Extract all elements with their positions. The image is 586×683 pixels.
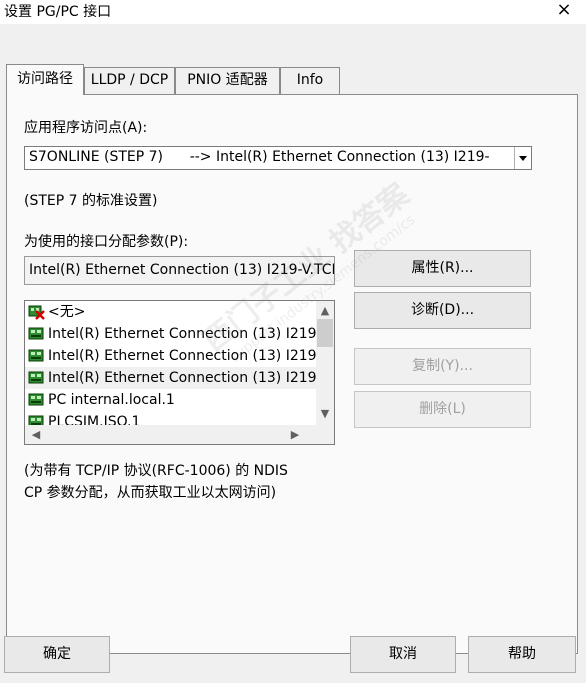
list-item[interactable]: PLCSIM.ISO.1 — [28, 411, 140, 425]
diagnostics-button[interactable]: 诊断(D)... — [354, 292, 531, 329]
list-item[interactable]: Intel(R) Ethernet Connection (13) I219 — [28, 323, 317, 345]
tab-panel-access-path: 应用程序访问点(A): S7ONLINE (STEP 7) --> Intel(… — [6, 94, 578, 654]
list-item[interactable]: Intel(R) Ethernet Connection (13) I219 — [28, 345, 317, 367]
copy-button[interactable]: 复制(Y)... — [354, 348, 531, 385]
list-item-label: Intel(R) Ethernet Connection (13) I219 — [48, 326, 317, 342]
selected-interface-field[interactable]: Intel(R) Ethernet Connection (13) I219-V… — [24, 256, 335, 285]
list-item[interactable]: PC internal.local.1 — [28, 389, 175, 411]
chevron-down-icon — [519, 155, 527, 161]
access-point-dropdown[interactable]: S7ONLINE (STEP 7) --> Intel(R) Ethernet … — [24, 146, 532, 170]
help-button[interactable]: 帮助 — [468, 636, 576, 673]
list-item-label: PC internal.local.1 — [48, 392, 175, 408]
list-item-label: Intel(R) Ethernet Connection (13) I219 — [48, 348, 317, 364]
access-point-value: S7ONLINE (STEP 7) --> Intel(R) Ethernet … — [29, 149, 490, 165]
scroll-right-arrow-icon[interactable]: ▶ — [287, 428, 303, 441]
scroll-down-arrow-icon[interactable]: ▼ — [317, 407, 333, 420]
list-item[interactable]: <无> — [28, 301, 85, 323]
properties-button[interactable]: 属性(R)... — [354, 250, 531, 287]
delete-button[interactable]: 删除(L) — [354, 391, 531, 428]
list-item-selected[interactable]: Intel(R) Ethernet Connection (13) I219 — [25, 367, 318, 389]
dialog-client: LLDP / DCP PNIO 适配器 Info 应用程序访问点(A): S7O… — [0, 24, 586, 683]
selected-interface-value: Intel(R) Ethernet Connection (13) I219-V… — [29, 262, 335, 278]
title-bar: 设置 PG/PC 接口 × — [0, 0, 586, 22]
footnote: (为带有 TCP/IP 协议(RFC-1006) 的 NDIS CP 参数分配，… — [24, 460, 344, 504]
tab-access-path[interactable]: 访问路径 — [6, 64, 84, 95]
footnote-line-1: (为带有 TCP/IP 协议(RFC-1006) 的 NDIS — [24, 463, 288, 479]
scroll-left-arrow-icon[interactable]: ◀ — [28, 428, 44, 441]
footnote-line-2: CP 参数分配，从而获取工业以太网访问) — [24, 485, 277, 501]
interface-params-label: 为使用的接口分配参数(P): — [24, 234, 189, 250]
scroll-thumb[interactable] — [317, 319, 333, 347]
network-adapter-icon — [28, 370, 46, 386]
tab-info[interactable]: Info — [280, 67, 340, 94]
default-setting-note: (STEP 7 的标准设置) — [24, 193, 158, 209]
access-point-label: 应用程序访问点(A): — [24, 120, 148, 136]
close-button[interactable]: × — [550, 0, 578, 22]
list-item-label: PLCSIM.ISO.1 — [48, 414, 141, 425]
ok-button[interactable]: 确定 — [4, 636, 110, 673]
network-adapter-icon — [28, 326, 46, 342]
vertical-scrollbar[interactable]: ▲ ▼ — [316, 301, 334, 425]
network-adapter-icon — [28, 392, 46, 408]
scroll-up-arrow-icon[interactable]: ▲ — [317, 304, 333, 317]
network-none-icon — [28, 304, 46, 320]
cancel-button[interactable]: 取消 — [350, 636, 456, 673]
list-item-label: <无> — [48, 304, 86, 320]
network-adapter-icon — [28, 414, 46, 425]
horizontal-scrollbar[interactable]: ◀ ▶ — [25, 425, 334, 444]
interface-list: <无> Intel(R) Ethernet Connection (13) I2… — [25, 301, 318, 425]
tab-lldp-dcp[interactable]: LLDP / DCP — [84, 67, 175, 94]
tab-pnio-adapter[interactable]: PNIO 适配器 — [175, 67, 280, 94]
network-adapter-icon — [28, 348, 46, 364]
window-title: 设置 PG/PC 接口 — [4, 4, 112, 20]
interface-listbox[interactable]: <无> Intel(R) Ethernet Connection (13) I2… — [24, 300, 335, 445]
dropdown-arrow-button[interactable] — [514, 147, 531, 169]
list-item-label: Intel(R) Ethernet Connection (13) I219 — [48, 370, 317, 386]
